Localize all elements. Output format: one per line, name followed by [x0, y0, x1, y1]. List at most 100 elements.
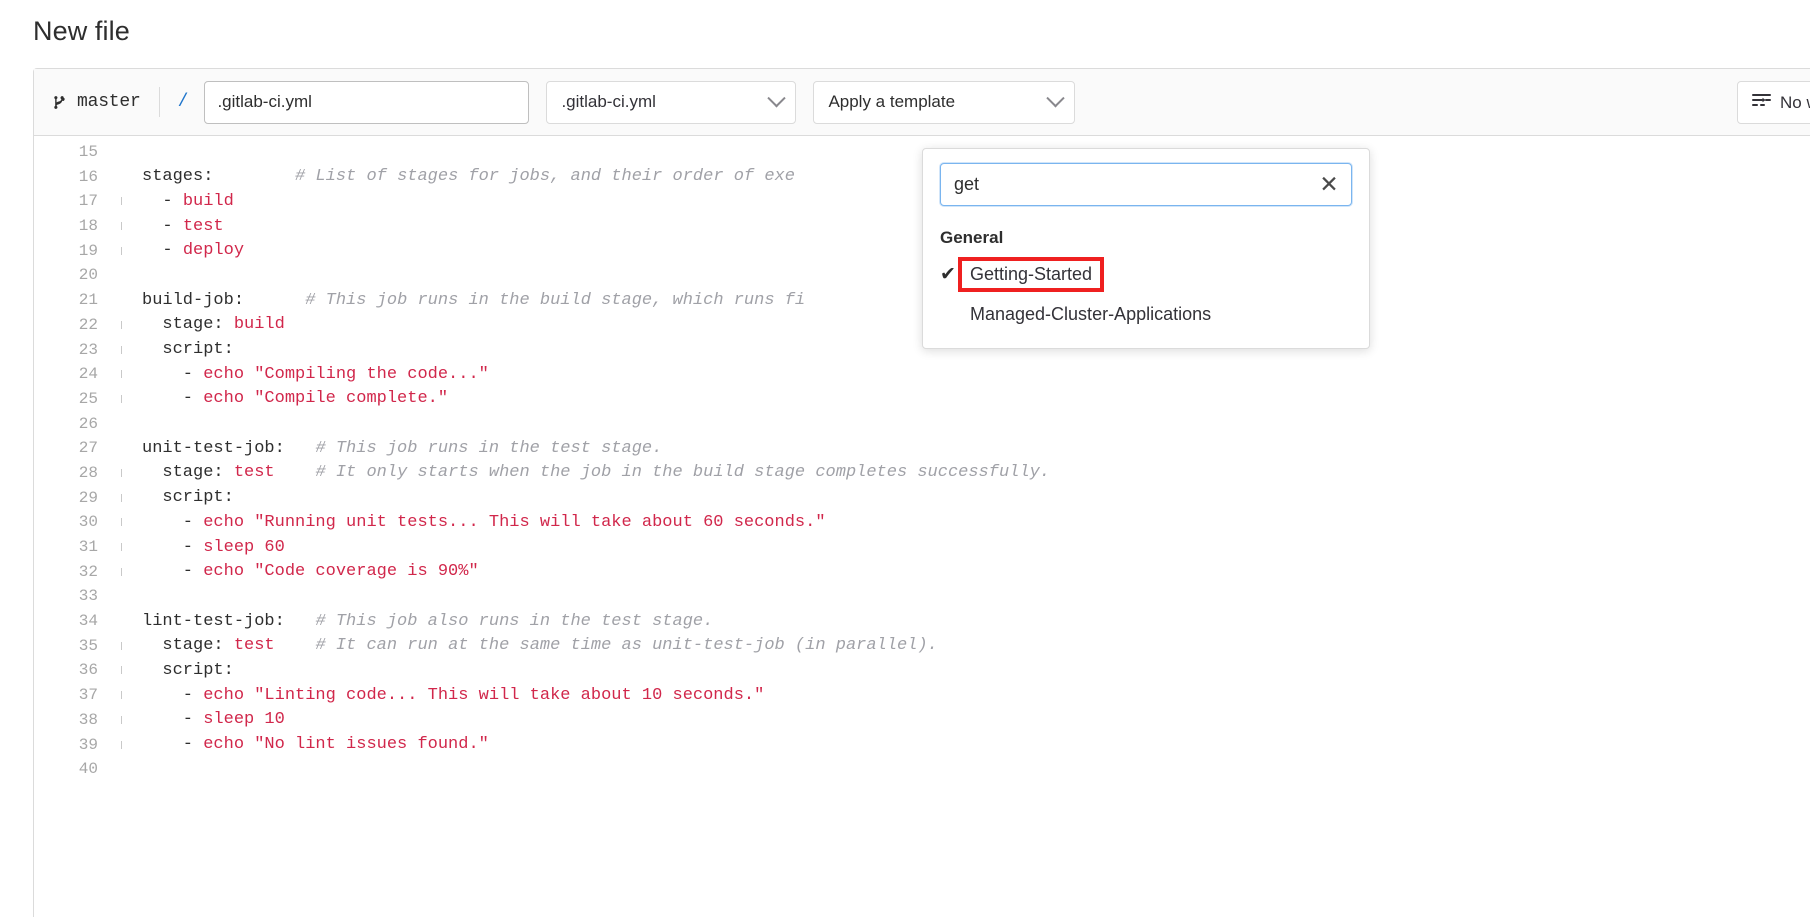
line-number: 25 — [34, 390, 112, 408]
soft-wrap-button[interactable]: No wrap — [1737, 81, 1810, 124]
code-token-plain: - — [142, 562, 203, 581]
line-number: 37 — [34, 686, 112, 704]
code-token-key: unit-test-job: — [142, 439, 285, 458]
line-number: 24 — [34, 365, 112, 383]
code-line: 29 script: — [34, 485, 1810, 510]
code-token-plain: - — [142, 389, 203, 408]
code-line: 24 - echo "Compiling the code..." — [34, 362, 1810, 387]
code-token-val: build — [234, 315, 285, 334]
code-line-text: - echo "Compiling the code..." — [142, 365, 1810, 384]
code-line: 37 - echo "Linting code... This will tak… — [34, 683, 1810, 708]
code-line: 31 - sleep 60 — [34, 535, 1810, 560]
line-number: 34 — [34, 612, 112, 630]
line-number: 18 — [34, 217, 112, 235]
code-token-val: build — [183, 192, 234, 211]
code-line: 40 — [34, 757, 1810, 782]
code-token-key: stage: — [142, 315, 234, 334]
line-number: 23 — [34, 341, 112, 359]
code-line: 36 script: — [34, 658, 1810, 683]
code-token-plain: - — [142, 538, 203, 557]
line-number: 38 — [34, 711, 112, 729]
line-number: 30 — [34, 513, 112, 531]
soft-wrap-icon — [1752, 93, 1771, 113]
line-number: 29 — [34, 489, 112, 507]
editor-toolbar: master / .gitlab-ci.yml Apply a template… — [34, 69, 1810, 136]
code-top-mask — [34, 137, 1810, 145]
code-token-cmt: # This job runs in the build stage, whic… — [305, 291, 805, 310]
code-line-text: - echo "Compile complete." — [142, 389, 1810, 408]
code-line-text: script: — [142, 488, 1810, 507]
code-line: 34 lint-test-job: # This job also runs in… — [34, 609, 1810, 634]
code-line-text: - sleep 10 — [142, 710, 1810, 729]
apply-template-select[interactable]: Apply a template — [813, 81, 1075, 124]
code-token-key: build-job: — [142, 291, 244, 310]
template-dropdown-panel: ✕ General ✔Getting-StartedManaged-Cluste… — [922, 148, 1370, 349]
code-token-key: stages: — [142, 167, 213, 186]
code-token-cmt: # This job runs in the test stage. — [315, 439, 662, 458]
filetype-select-value: .gitlab-ci.yml — [561, 92, 655, 112]
chevron-down-icon — [1047, 89, 1065, 107]
line-number: 19 — [34, 242, 112, 260]
code-token-str: echo "Compile complete." — [203, 389, 448, 408]
code-token-str: sleep 10 — [203, 710, 285, 729]
line-number: 35 — [34, 637, 112, 655]
apply-template-label: Apply a template — [828, 92, 955, 112]
code-line-text: - echo "Code coverage is 90%" — [142, 562, 1810, 581]
code-token-plain: - — [142, 241, 183, 260]
template-option-getting-started[interactable]: ✔Getting-Started — [923, 254, 1369, 295]
code-token-val: test — [183, 217, 224, 236]
code-token-str: sleep 60 — [203, 538, 285, 557]
code-token-cmt: # List of stages for jobs, and their ord… — [295, 167, 795, 186]
code-token-plain: - — [142, 365, 203, 384]
code-line: 30 - echo "Running unit tests... This wi… — [34, 510, 1810, 535]
code-token-plain — [213, 167, 295, 186]
code-token-plain — [275, 463, 316, 482]
line-number: 22 — [34, 316, 112, 334]
line-number: 28 — [34, 464, 112, 482]
filename-input[interactable] — [204, 81, 529, 124]
code-line-text: unit-test-job: # This job runs in the te… — [142, 439, 1810, 458]
template-option-label: Getting-Started — [962, 261, 1100, 288]
branch-icon — [52, 93, 68, 111]
code-line: 38 - sleep 10 — [34, 708, 1810, 733]
code-token-key: script: — [142, 340, 234, 359]
line-number: 27 — [34, 439, 112, 457]
code-token-plain — [244, 291, 305, 310]
page-title: New file — [0, 0, 1810, 47]
line-number: 31 — [34, 538, 112, 556]
code-token-cmt: # It can run at the same time as unit-te… — [315, 636, 937, 655]
code-line: 35 stage: test # It can run at the same … — [34, 633, 1810, 658]
code-token-val: deploy — [183, 241, 244, 260]
code-token-str: echo "Running unit tests... This will ta… — [203, 513, 825, 532]
code-line-text: stage: test # It can run at the same tim… — [142, 636, 1810, 655]
line-number: 32 — [34, 563, 112, 581]
code-token-plain — [285, 439, 316, 458]
line-number: 16 — [34, 168, 112, 186]
code-line-text: lint-test-job: # This job also runs in t… — [142, 612, 1810, 631]
code-token-key: stage: — [142, 636, 234, 655]
code-line-text: - echo "No lint issues found." — [142, 735, 1810, 754]
toolbar-divider — [159, 87, 160, 117]
filetype-select[interactable]: .gitlab-ci.yml — [546, 81, 796, 124]
code-token-plain: - — [142, 513, 203, 532]
line-number: 15 — [34, 143, 112, 161]
line-number: 36 — [34, 661, 112, 679]
code-token-plain: - — [142, 192, 183, 211]
template-search-wrapper: ✕ — [940, 163, 1352, 206]
code-token-str: echo "Compiling the code..." — [203, 365, 489, 384]
code-line: 33 — [34, 584, 1810, 609]
code-line-text: - echo "Running unit tests... This will … — [142, 513, 1810, 532]
line-number: 26 — [34, 415, 112, 433]
template-section-title: General — [923, 218, 1369, 254]
close-icon[interactable]: ✕ — [1316, 172, 1342, 198]
code-line: 39 - echo "No lint issues found." — [34, 732, 1810, 757]
code-line: 27 unit-test-job: # This job runs in the … — [34, 436, 1810, 461]
template-search-input[interactable] — [940, 163, 1352, 206]
code-line: 26 — [34, 411, 1810, 436]
template-option-list: ✔Getting-StartedManaged-Cluster-Applicat… — [923, 254, 1369, 334]
code-token-key: stage: — [142, 463, 234, 482]
code-token-key: script: — [142, 661, 234, 680]
line-number: 33 — [34, 587, 112, 605]
branch-selector[interactable]: master — [52, 92, 141, 112]
template-option-managed-cluster-applications[interactable]: Managed-Cluster-Applications — [923, 295, 1369, 334]
